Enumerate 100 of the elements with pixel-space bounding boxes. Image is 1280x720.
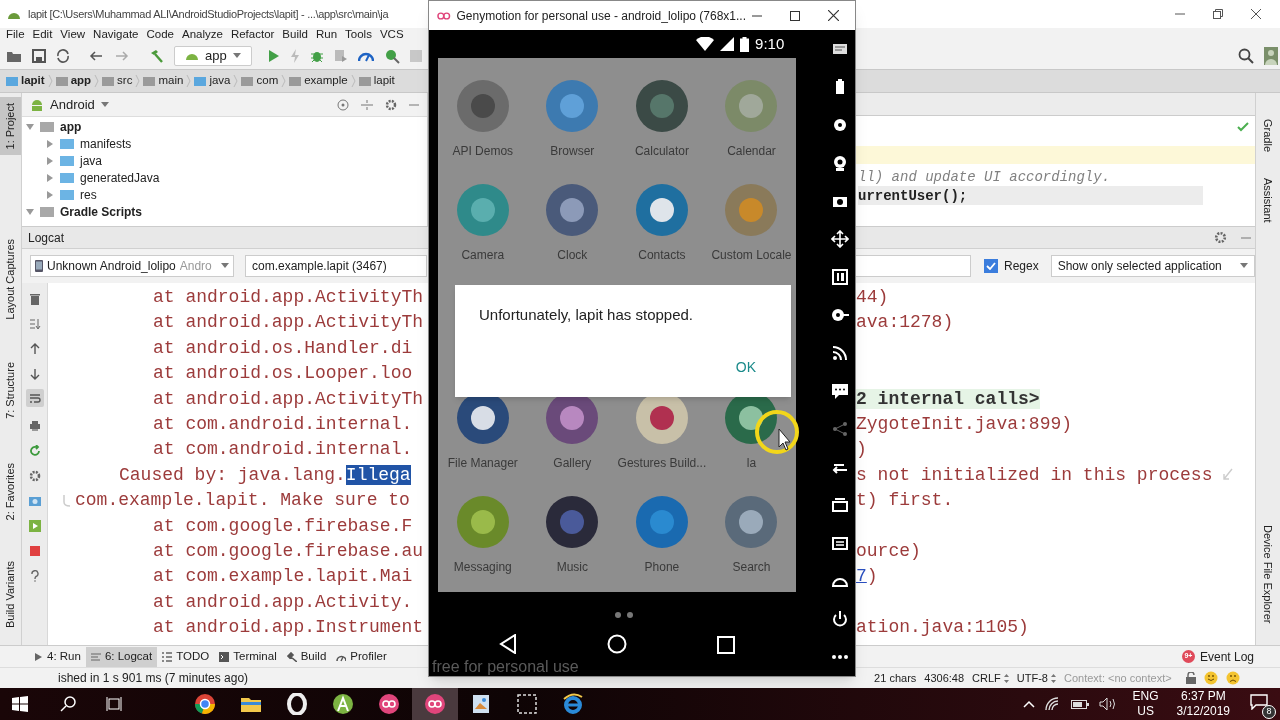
code-line: ll) and update UI accordingly.: [858, 168, 1112, 186]
tool-window-tab[interactable]: Layout Captures: [0, 233, 21, 327]
app-label[interactable]: Phone: [644, 558, 680, 576]
process-dropdown[interactable]: com.example.lapit (3467): [245, 255, 427, 277]
clock-text: 9:10: [755, 33, 785, 54]
menu-item[interactable]: Refactor: [230, 26, 275, 44]
watermark-text: free for personal use: [432, 658, 579, 676]
log-text: at android.app.Activity.: [153, 590, 413, 614]
tool-window-tab[interactable]: 1: Project: [0, 97, 21, 156]
menu-item[interactable]: View: [60, 26, 86, 44]
breadcrumb-item[interactable]: lapit: [373, 72, 395, 90]
log-text: Caused by: java.lang.Illega: [119, 463, 411, 487]
menu-item[interactable]: Navigate: [93, 26, 139, 44]
log-text: 7): [856, 565, 878, 589]
app-label[interactable]: Browser: [550, 142, 595, 160]
breadcrumb-item[interactable]: main: [158, 72, 184, 90]
status-item[interactable]: 4306:48: [924, 669, 965, 687]
log-text: at android.app.ActivityTh: [153, 311, 424, 335]
menu-item[interactable]: File: [6, 26, 25, 44]
menu-item[interactable]: Edit: [32, 26, 53, 44]
log-text: at com.google.firebase.F: [153, 514, 413, 538]
breadcrumb-item[interactable]: com: [256, 72, 279, 90]
log-text: at android.app.ActivityTh: [153, 286, 424, 309]
tool-tab[interactable]: TODO: [157, 646, 215, 667]
tool-window-tab[interactable]: 2: Favorites: [0, 457, 21, 527]
log-text: at com.example.lapit.Mai: [153, 565, 413, 589]
menu-item[interactable]: Build: [282, 26, 308, 44]
tool-window-tab[interactable]: Gradle: [1256, 113, 1280, 159]
menu-item[interactable]: Code: [146, 26, 174, 44]
status-item[interactable]: CRLF: [972, 669, 1009, 687]
tool-tab[interactable]: Profiler: [331, 646, 392, 667]
menu-item[interactable]: Analyze: [181, 26, 223, 44]
log-text: at com.android.internal.: [153, 412, 413, 436]
app-label[interactable]: Custom Locale: [711, 246, 792, 264]
menu-item[interactable]: Run: [315, 26, 338, 44]
tree-item[interactable]: java: [80, 151, 102, 170]
app-label[interactable]: Camera: [461, 246, 505, 264]
log-text: ource): [856, 539, 921, 563]
app-label[interactable]: Messaging: [453, 558, 512, 576]
tree-item[interactable]: Gradle Scripts: [60, 202, 143, 221]
status-item[interactable]: UTF-8: [1016, 669, 1056, 687]
menu-item[interactable]: Tools: [345, 26, 372, 44]
tool-window-tab[interactable]: Assistant: [1256, 172, 1280, 229]
tool-tab[interactable]: Terminal: [214, 646, 282, 667]
tree-item[interactable]: res: [80, 185, 97, 204]
filter-dropdown[interactable]: Show only selected application: [1050, 255, 1255, 277]
window-title: Genymotion for personal use - android_lolipo (768x1...: [456, 7, 746, 25]
dialog-message: Unfortunately, lapit has stopped.: [479, 305, 695, 325]
tool-window-tab[interactable]: Device File Explorer: [1256, 518, 1280, 630]
app-label[interactable]: la: [746, 454, 757, 472]
log-text: at android.app.ActivityTh: [153, 387, 424, 411]
log-text: ZygoteInit.java:899): [856, 412, 1073, 436]
log-text: t) first.: [856, 489, 954, 513]
app-label[interactable]: Calculator: [634, 142, 689, 160]
tree-item[interactable]: generatedJava: [80, 168, 160, 187]
tool-tab[interactable]: Build: [281, 646, 332, 667]
log-text: ava:1278): [856, 311, 954, 335]
breadcrumb-item[interactable]: src: [117, 72, 133, 90]
tool-window-tab[interactable]: Build Variants: [0, 554, 21, 634]
app-label[interactable]: Clock: [557, 246, 588, 264]
log-text: 44): [856, 286, 889, 309]
taskbar-clock[interactable]: 6:37 PM 3/12/2019: [1176, 689, 1230, 719]
window-title: lapit [C:\Users\Muhammad ALI\AndroidStudioProjects\lapit] - ...\app\src\main\ja: [28, 6, 389, 22]
status-message: ished in 1 s 901 ms (7 minutes ago): [58, 670, 249, 687]
app-label[interactable]: Search: [732, 558, 771, 576]
run-configuration-dropdown[interactable]: app: [174, 46, 252, 66]
breadcrumb-item[interactable]: app: [70, 72, 92, 90]
app-label[interactable]: Gestures Build...: [617, 454, 707, 472]
tree-item[interactable]: manifests: [80, 134, 132, 153]
menu-item[interactable]: VCS: [379, 26, 404, 44]
tool-tab[interactable]: 4: Run: [28, 646, 86, 667]
log-text: 2 internal calls>: [856, 387, 1040, 411]
notification-count: 8: [1262, 705, 1276, 719]
tree-item[interactable]: app: [60, 117, 82, 136]
language-indicator[interactable]: ENG US: [1132, 689, 1159, 719]
tool-window-tab[interactable]: 7: Structure: [0, 356, 21, 426]
breadcrumb-item[interactable]: java: [209, 72, 231, 90]
regex-checkbox[interactable]: Regex: [984, 257, 1039, 275]
log-text: at android.os.Handler.di: [153, 336, 413, 360]
log-text: at com.android.internal.: [153, 438, 413, 462]
log-text: at com.google.firebase.au: [153, 539, 424, 563]
log-text: at android.app.Instrument: [153, 616, 424, 640]
log-text: s not initialized in this process: [856, 463, 1213, 487]
project-view-dropdown[interactable]: Android: [50, 94, 109, 115]
status-item: 21 chars: [874, 670, 917, 686]
panel-title: Logcat: [28, 229, 65, 247]
app-label[interactable]: Music: [556, 558, 588, 576]
app-label[interactable]: Calendar: [727, 142, 776, 160]
log-text: ): [856, 438, 867, 462]
device-dropdown[interactable]: Unknown Android_lolipo Andro: [30, 255, 234, 277]
app-label[interactable]: File Manager: [447, 454, 518, 472]
ok-button[interactable]: OK: [733, 356, 758, 378]
app-label[interactable]: Gallery: [553, 454, 592, 472]
tool-tab[interactable]: 6: Logcat: [85, 646, 158, 667]
breadcrumb-item[interactable]: lapit: [21, 72, 45, 90]
log-text: com.example.lapit. Make sure to: [75, 489, 410, 513]
breadcrumb-item[interactable]: example: [304, 72, 348, 90]
log-text: at android.os.Looper.loo: [153, 362, 413, 386]
log-text: ation.java:1105): [856, 616, 1029, 640]
app-label[interactable]: Contacts: [638, 246, 686, 264]
